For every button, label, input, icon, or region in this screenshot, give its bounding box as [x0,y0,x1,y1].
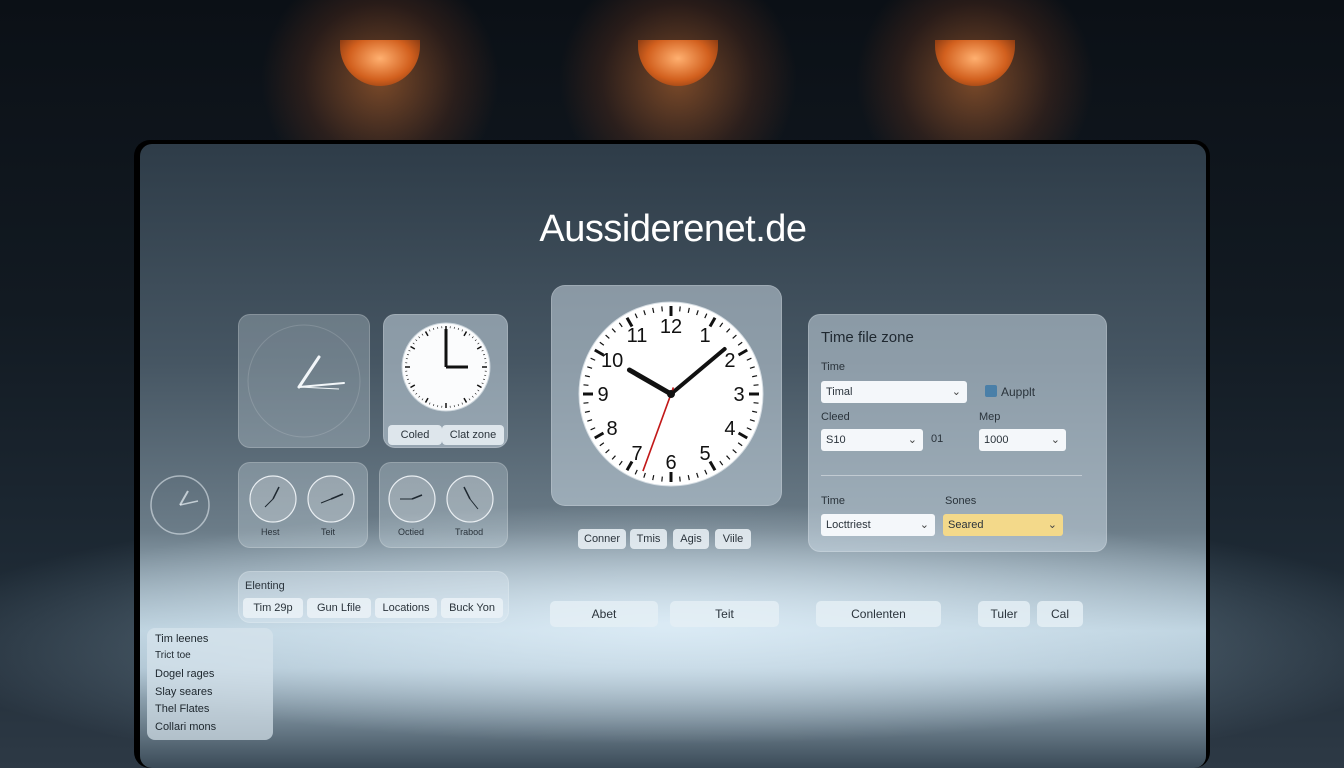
chevron-down-icon: ⌄ [951,386,961,398]
clock-numeral: 8 [607,418,618,440]
pair-clock-label: Teit [321,527,336,537]
cleed-select[interactable]: S10 ⌄ [821,429,923,451]
filter-panel: Elenting Tim 29p Gun Lfile Locations Buc… [238,571,509,623]
filter-panel-label: Elenting [245,580,285,592]
map-select-value: 1000 [984,434,1009,446]
small-clock-face-icon [401,322,491,412]
timezone-panel: Time file zone Time Timal ⌄ Aupplt Cleed… [808,314,1107,552]
clock-numeral: 1 [699,325,710,347]
list-item[interactable]: Dogel rages [155,668,214,680]
clock-numeral: 12 [660,316,682,338]
filter-chip[interactable]: Tim 29p [243,598,303,618]
minute-tick [583,402,589,404]
pair-clock-card-right[interactable]: Octied Trabod [379,462,508,548]
clock-numeral: 7 [631,443,642,465]
map-label: Mep [979,411,1001,423]
chevron-down-icon: ⌄ [1047,519,1057,531]
minute-tick [753,384,759,386]
pair-clocks-icon [388,475,494,523]
time-select[interactable]: Timal ⌄ [821,381,967,403]
sones-select-value: Seared [948,519,984,531]
pair-clock-label: Hest [261,527,280,537]
clock-numeral: 11 [627,325,648,347]
filter-chip[interactable]: Gun Lfile [307,598,371,618]
cleed-label: Cleed [821,411,850,423]
list-item[interactable]: Slay seares [155,686,212,698]
clock-zone-button[interactable]: Clat zone [442,425,504,445]
minute-tick [753,402,759,404]
clock-numeral: 6 [665,452,676,474]
monitor-screen: Aussiderenet.de Coled Clat zone Hest Tei… [140,144,1206,768]
ceiling-lamp-center [638,40,718,86]
small-clock-card[interactable]: Coled Clat zone [383,314,508,448]
clock-numeral: 5 [699,443,710,465]
apply-checkbox-label: Aupplt [1001,385,1036,399]
faded-clock-card[interactable] [238,314,370,448]
tmis-tab[interactable]: Tmis [630,529,667,549]
timezone-panel-title: Time file zone [821,329,914,346]
time2-label: Time [821,495,846,507]
minute-tick [679,476,681,482]
filter-chip[interactable]: Locations [375,598,437,618]
pair-clock-label: Trabod [455,527,484,537]
clock-numeral: 4 [724,418,735,440]
tuler-button[interactable]: Tuler [978,601,1030,627]
minute-tick [679,306,681,312]
main-clock-card[interactable]: 12 1 2 3 4 5 6 7 8 9 10 11 [551,285,782,506]
faded-clock-icon [247,324,361,438]
clock-numeral: 10 [601,350,623,372]
list-item[interactable]: Collari mons [155,721,216,733]
sones-select[interactable]: Seared ⌄ [943,514,1063,536]
time2-select-value: Locttriest [826,519,871,531]
ceiling-lamp-left [340,40,420,86]
sones-label: Sones [945,495,977,507]
conner-tab[interactable]: Conner [578,529,626,549]
conlenten-button[interactable]: Conlenten [816,601,941,627]
teit-button[interactable]: Teit [670,601,779,627]
cleed-select-value: S10 [826,434,846,446]
clock-numeral: 3 [733,384,744,406]
time-select-value: Timal [826,386,853,398]
cal-button[interactable]: Cal [1037,601,1083,627]
chevron-down-icon: ⌄ [907,434,917,446]
site-title: Aussiderenet.de [539,208,807,250]
list-item[interactable]: Trict toe [155,650,191,661]
divider [821,475,1082,476]
ceiling-lamp-right [935,40,1015,86]
clock-numeral: 2 [724,350,735,372]
time-label: Time [821,361,846,373]
time2-select[interactable]: Locttriest ⌄ [821,514,935,536]
pair-clock-card-left[interactable]: Hest Teit [238,462,368,548]
side-list: Tim leenes Trict toe Dogel rages Slay se… [147,628,273,740]
minute-tick [583,384,589,386]
minute-tick [661,306,663,312]
cleed-suffix: 01 [931,433,944,445]
main-clock-face-icon: 12 12 3 45 6 78 9 1011 [578,301,764,487]
coled-button[interactable]: Coled [388,425,442,445]
minute-tick [661,476,663,482]
pair-clocks-icon [249,475,355,523]
pair-clock-label: Octied [398,527,425,537]
list-item[interactable]: Thel Flates [155,703,209,715]
outline-clock-icon [150,475,210,535]
chevron-down-icon: ⌄ [919,519,929,531]
map-select[interactable]: 1000 ⌄ [979,429,1066,451]
abet-button[interactable]: Abet [550,601,658,627]
filter-chip[interactable]: Buck Yon [441,598,503,618]
viile-tab[interactable]: Viile [715,529,751,549]
clock-numeral: 9 [597,384,608,406]
apply-checkbox[interactable] [985,385,997,397]
chevron-down-icon: ⌄ [1050,434,1060,446]
list-item[interactable]: Tim leenes [155,633,208,645]
agis-tab[interactable]: Agis [673,529,709,549]
